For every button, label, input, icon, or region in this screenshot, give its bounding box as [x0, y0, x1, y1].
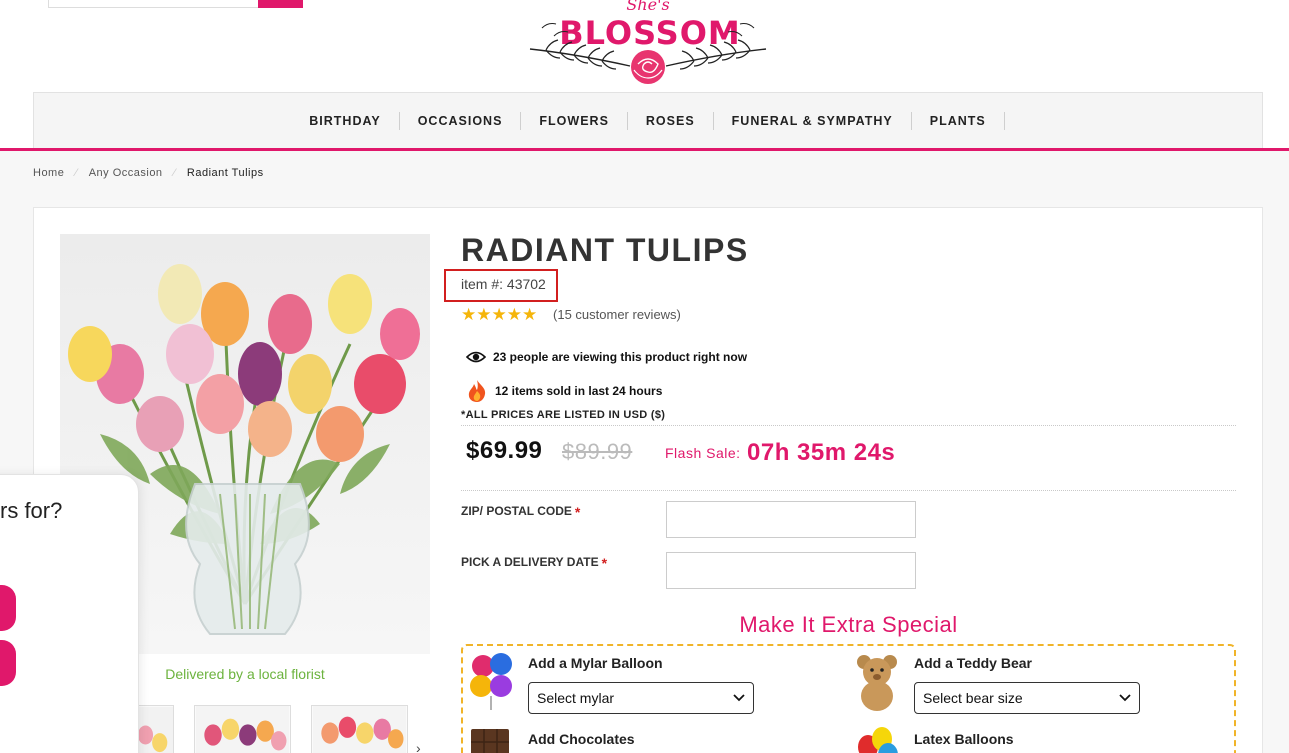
- balloon-icon: [470, 653, 512, 710]
- breadcrumb-any-occasion[interactable]: Any Occasion: [89, 167, 163, 179]
- flash-sale-label: Flash Sale:: [665, 445, 741, 461]
- item-number: item #: 43702: [461, 276, 546, 292]
- prices-note: *ALL PRICES ARE LISTED IN USD ($): [461, 409, 666, 421]
- teddy-bear-title: Add a Teddy Bear: [914, 655, 1032, 671]
- zip-label: ZIP/ POSTAL CODE *: [461, 504, 580, 520]
- divider: [461, 490, 1236, 491]
- nav-item-plants[interactable]: PLANTS: [912, 111, 1005, 130]
- nav-item-birthday[interactable]: BIRTHDAY: [291, 111, 400, 130]
- thumbnail-next-icon[interactable]: ›: [416, 740, 421, 753]
- breadcrumb: Home ⁄ Any Occasion ⁄ Radiant Tulips: [33, 167, 264, 179]
- nav-item-funeral-sympathy[interactable]: FUNERAL & SYMPATHY: [714, 111, 912, 130]
- chevron-down-icon: [733, 694, 745, 702]
- fire-icon: [468, 380, 486, 402]
- thumbnail-3[interactable]: [311, 705, 408, 753]
- breadcrumb-separator: ⁄: [173, 167, 176, 179]
- original-price: $89.99: [562, 439, 633, 464]
- product-title: RADIANT TULIPS: [461, 232, 749, 268]
- teddy-bear-select[interactable]: Select bear size: [914, 682, 1140, 714]
- main-nav: BIRTHDAY OCCASIONS FLOWERS ROSES FUNERAL…: [33, 92, 1263, 148]
- nav-item-occasions[interactable]: OCCASIONS: [400, 111, 522, 130]
- delivery-date-input[interactable]: [666, 552, 916, 589]
- chocolates-title: Add Chocolates: [528, 731, 635, 747]
- nav-item-flowers[interactable]: FLOWERS: [521, 111, 628, 130]
- chevron-down-icon: [1119, 694, 1131, 702]
- latex-balloon-icon: [858, 727, 898, 753]
- popup-option-button[interactable]: [0, 640, 16, 686]
- reviews-link[interactable]: (15 customer reviews): [553, 307, 681, 322]
- site-header: She's BLOSSOM BIRTHDAY OCCASIONS FLOWERS…: [0, 0, 1289, 150]
- rating-stars: ★★★★★: [461, 305, 538, 324]
- site-logo[interactable]: She's BLOSSOM: [526, 0, 770, 88]
- chocolate-icon: [471, 729, 509, 753]
- sale-price: $69.99: [466, 437, 543, 464]
- mylar-select[interactable]: Select mylar: [528, 682, 754, 714]
- breadcrumb-separator: ⁄: [75, 167, 78, 179]
- nav-item-roses[interactable]: ROSES: [628, 111, 714, 130]
- extras-title: Make It Extra Special: [739, 612, 958, 637]
- teddy-bear-select-value: Select bear size: [923, 690, 1023, 706]
- thumbnail-1[interactable]: [135, 705, 174, 753]
- breadcrumb-current: Radiant Tulips: [186, 167, 264, 179]
- divider: [461, 425, 1236, 426]
- product-page: She's BLOSSOM BIRTHDAY OCCASIONS FLOWERS…: [0, 0, 1289, 753]
- popup-question: rs for?: [0, 498, 63, 523]
- mylar-select-value: Select mylar: [537, 690, 615, 706]
- viewing-text: 23 people are viewing this product right…: [493, 350, 748, 364]
- required-mark: *: [574, 504, 581, 520]
- eye-icon: [466, 351, 486, 363]
- sold-text: 12 items sold in last 24 hours: [495, 384, 663, 398]
- delivery-date-label-text: PICK A DELIVERY DATE: [461, 555, 599, 569]
- delivery-date-label: PICK A DELIVERY DATE *: [461, 555, 607, 571]
- breadcrumb-home[interactable]: Home: [33, 167, 64, 179]
- required-mark: *: [601, 555, 608, 571]
- sold-notice: 12 items sold in last 24 hours: [466, 379, 662, 403]
- header-divider: [0, 148, 1289, 151]
- latex-balloons-title: Latex Balloons: [914, 731, 1014, 747]
- reviews-suffix: customer reviews): [571, 307, 681, 322]
- flash-sale-countdown: 07h 35m 24s: [747, 439, 896, 466]
- logo-script: She's: [626, 0, 669, 14]
- reviews-count: 15: [557, 307, 572, 322]
- search-input[interactable]: [48, 0, 260, 8]
- popup-option-button[interactable]: [0, 585, 16, 631]
- mylar-title: Add a Mylar Balloon: [528, 655, 663, 671]
- search-button[interactable]: [258, 0, 303, 8]
- viewing-notice: 23 people are viewing this product right…: [466, 350, 747, 364]
- thumbnail-2[interactable]: [194, 705, 291, 753]
- zip-label-text: ZIP/ POSTAL CODE: [461, 504, 572, 518]
- zip-input[interactable]: [666, 501, 916, 538]
- teddy-bear-icon: [857, 655, 897, 711]
